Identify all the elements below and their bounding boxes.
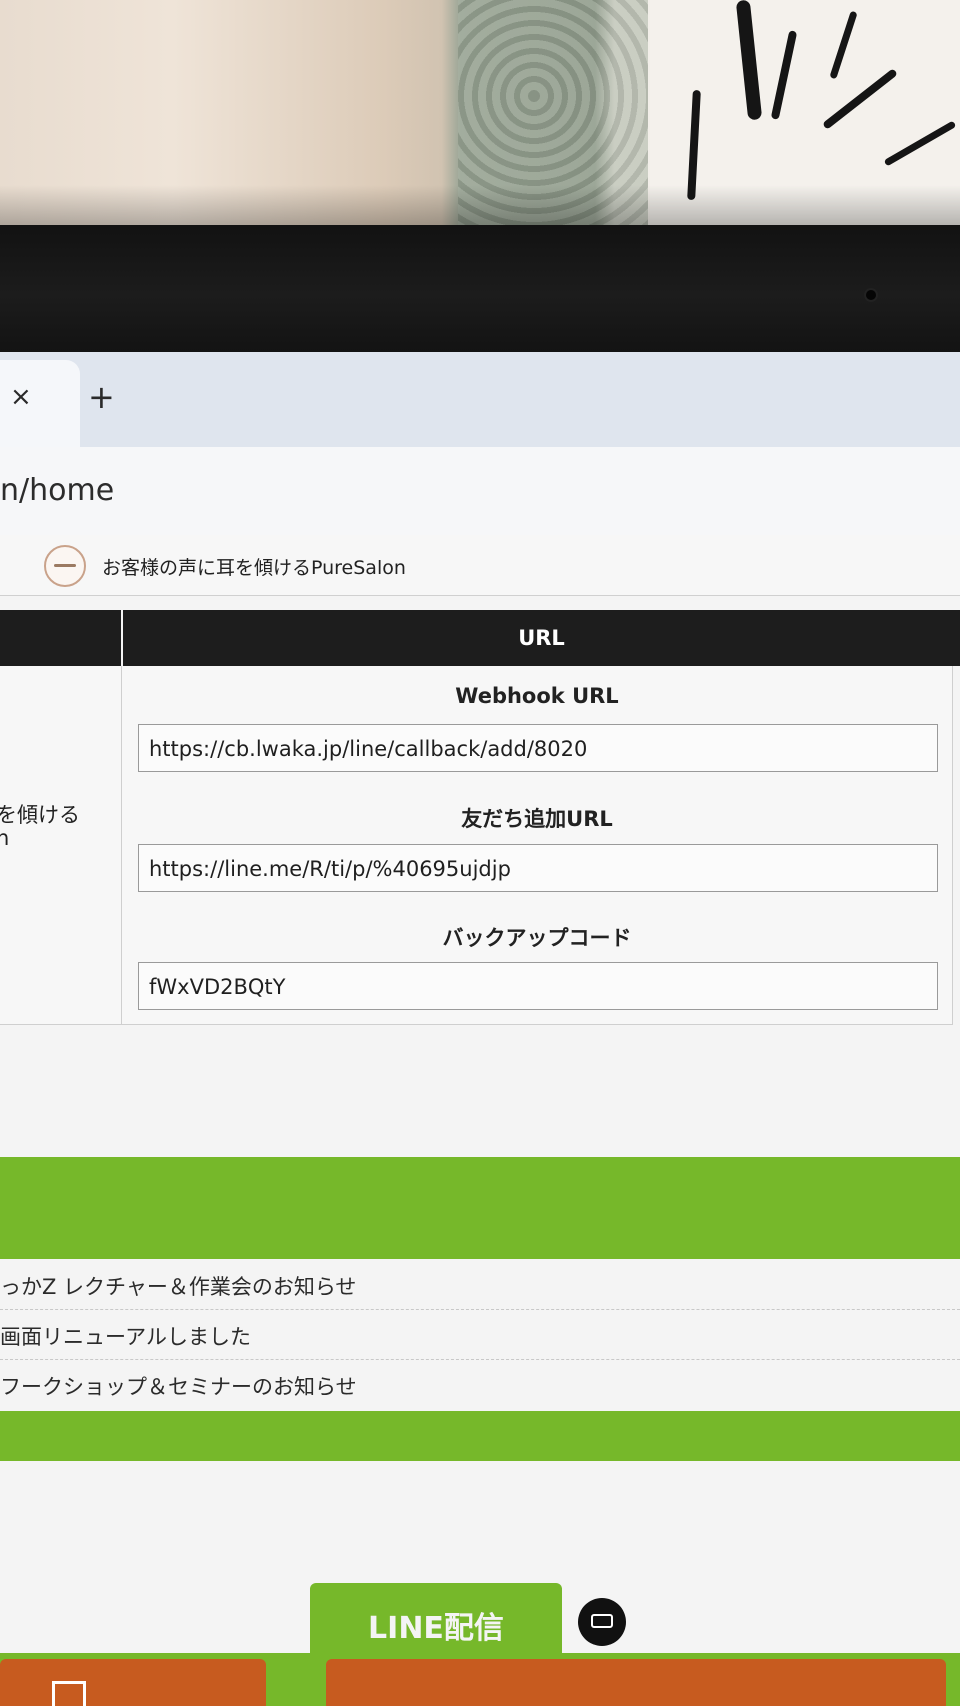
news-item-title[interactable]: 画面リニューアルしました	[0, 1321, 251, 1351]
backup-code-field[interactable]: fWxVD2BQtY	[138, 962, 938, 1010]
browser-tab-bar: × +	[0, 352, 960, 448]
table-header-label: URL	[518, 626, 565, 650]
background-wall	[0, 0, 960, 240]
news-item[interactable]: っかZ レクチャー＆作業会のお知らせ	[0, 1259, 960, 1310]
news-footer-band	[0, 1411, 960, 1461]
account-name-line-1: を傾ける	[0, 803, 80, 827]
url-cell: Webhook URL https://cb.lwaka.jp/line/cal…	[122, 666, 953, 1025]
monitor-bezel	[0, 225, 960, 365]
account-cell: を傾ける n	[0, 666, 122, 1025]
friend-add-url-label: 友だち追加URL	[461, 807, 613, 831]
book-icon[interactable]	[578, 1598, 626, 1646]
webhook-url-value[interactable]: https://cb.lwaka.jp/line/callback/add/80…	[149, 737, 587, 761]
news-item-title[interactable]: っかZ レクチャー＆作業会のお知らせ	[0, 1271, 356, 1301]
site-header: お客様の声に耳を傾けるPureSalon	[0, 535, 960, 596]
sitemap-icon	[52, 1681, 86, 1706]
menu-card-right[interactable]	[326, 1659, 946, 1706]
news-item-title[interactable]: フークショップ＆セミナーのお知らせ	[0, 1371, 357, 1401]
friend-add-url-value[interactable]: https://line.me/R/ti/p/%40695ujdjp	[149, 857, 511, 881]
news-item[interactable]: フークショップ＆セミナーのお知らせ	[0, 1359, 960, 1409]
close-icon[interactable]: ×	[10, 382, 32, 412]
webhook-url-field[interactable]: https://cb.lwaka.jp/line/callback/add/80…	[138, 724, 938, 772]
backup-code-label: バックアップコード	[442, 926, 632, 950]
table-header-url: URL	[123, 610, 960, 666]
site-name: お客様の声に耳を傾けるPureSalon	[102, 557, 406, 579]
web-page: お客様の声に耳を傾けるPureSalon URL を傾ける n Webhook …	[0, 535, 960, 1706]
address-url[interactable]: n/home	[0, 473, 114, 508]
webcam	[866, 290, 876, 300]
address-bar[interactable]: n/home	[0, 447, 960, 535]
backup-code-value[interactable]: fWxVD2BQtY	[149, 975, 285, 999]
webhook-url-label: Webhook URL	[455, 684, 619, 708]
news-list: っかZ レクチャー＆作業会のお知らせ 画面リニューアルしました フークショップ＆…	[0, 1259, 960, 1409]
news-item[interactable]: 画面リニューアルしました	[0, 1309, 960, 1360]
account-name-line-2: n	[0, 826, 10, 850]
monitor-screen: × + n/home お客様の声に耳を傾けるPureSalon URL を傾ける…	[0, 352, 960, 1706]
menu-card-left[interactable]	[0, 1659, 266, 1706]
friend-add-url-field[interactable]: https://line.me/R/ti/p/%40695ujdjp	[138, 844, 938, 892]
news-header-band	[0, 1157, 960, 1259]
salon-logo	[44, 545, 86, 587]
table-header-cell-left	[0, 610, 121, 666]
new-tab-icon[interactable]: +	[88, 378, 115, 416]
tab-line-delivery-label[interactable]: LINE配信	[310, 1603, 562, 1647]
